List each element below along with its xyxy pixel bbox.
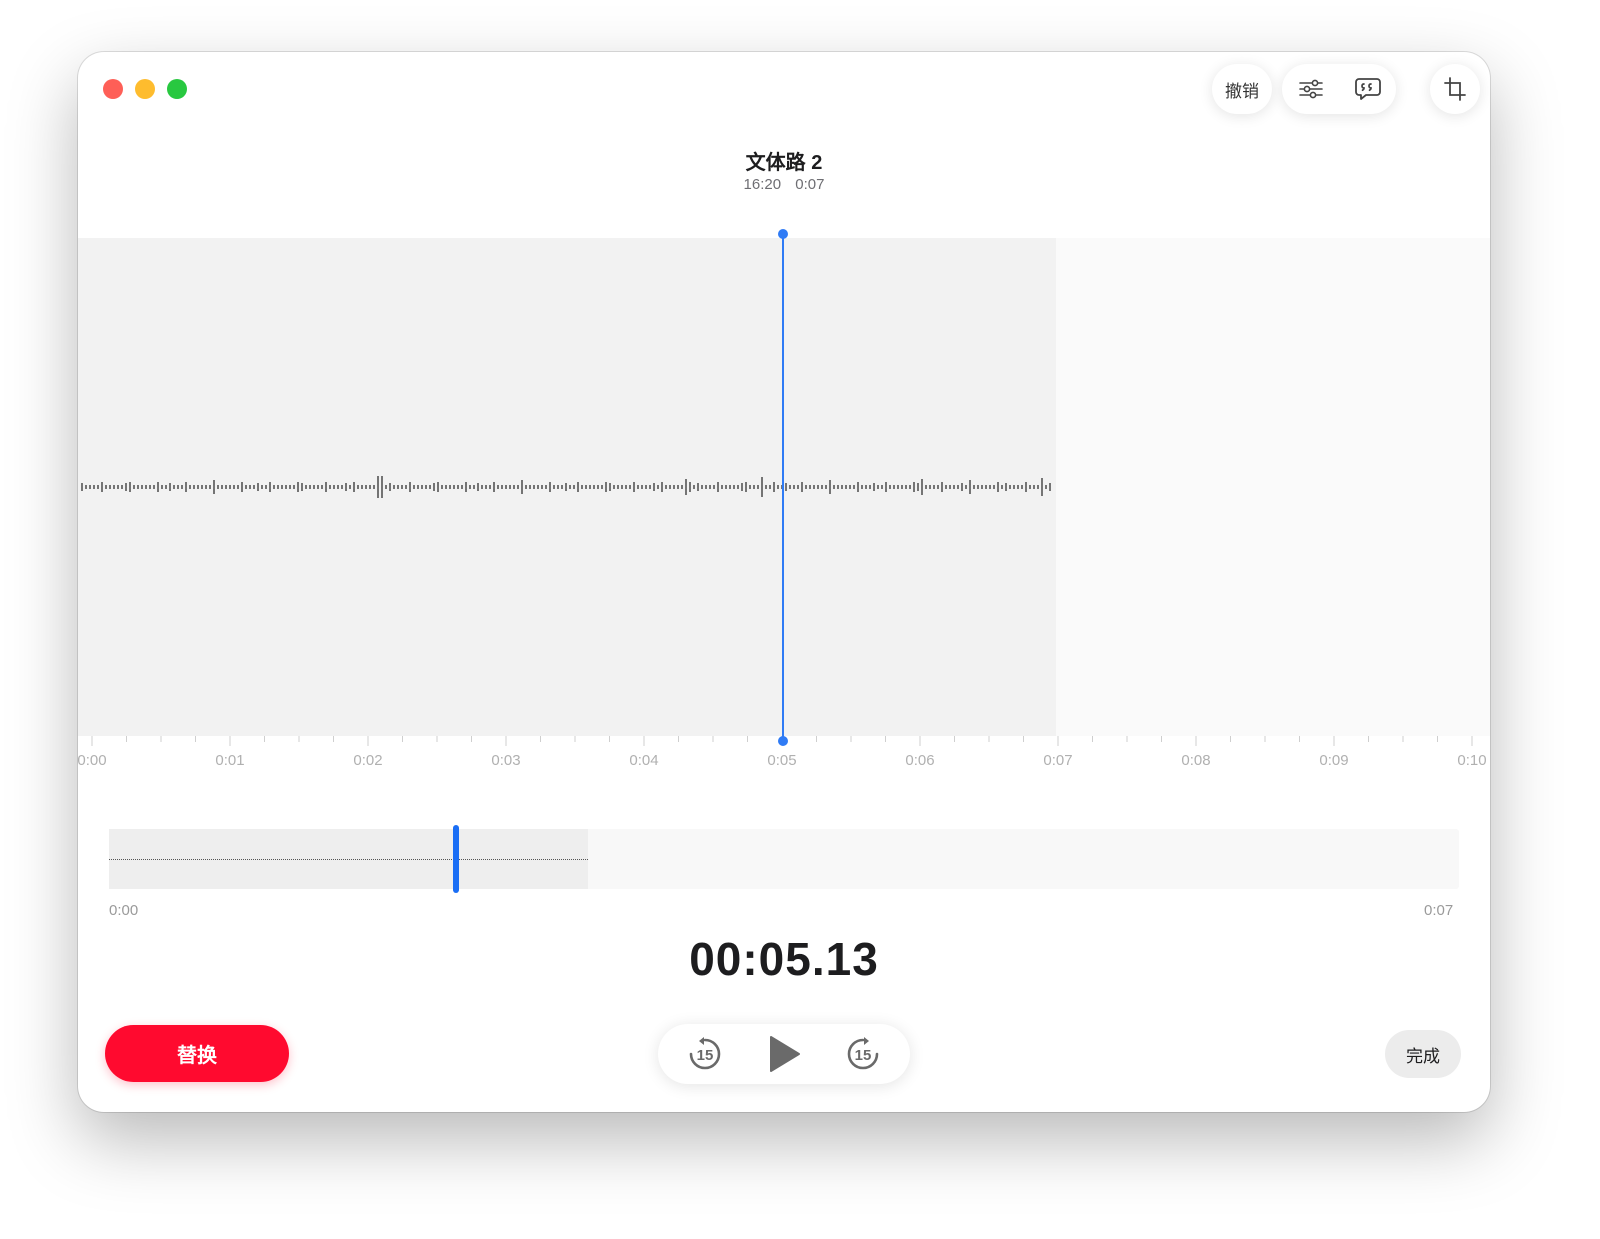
current-time-readout: 00:05.13 [689,933,879,985]
overview-end-label: 0:07 [1424,902,1454,919]
sliders-icon [1298,79,1323,99]
ruler-label: 0:09 [1319,752,1349,769]
overview-position-handle[interactable] [453,825,459,893]
playhead-bottom-handle[interactable] [778,736,788,746]
overview-waveform [109,859,588,860]
zoom-window-button[interactable] [167,79,187,99]
replace-button[interactable]: 替换 [105,1025,289,1082]
waveform [81,476,1051,498]
ruler-label: 0:10 [1457,752,1487,769]
edit-tools-group [1282,64,1396,114]
recording-time: 16:20 [743,176,782,193]
close-window-button[interactable] [103,79,123,99]
skip-back-button[interactable]: 15 [678,1024,732,1084]
ruler-label: 0:06 [905,752,935,769]
crop-icon [1444,77,1466,101]
overview-scrubber[interactable] [109,825,1459,893]
skip-forward-seconds: 15 [855,1047,872,1064]
ruler-label: 0:03 [491,752,521,769]
recording-meta: 16:20 0:07 [78,176,1490,193]
enhance-settings-button[interactable] [1282,64,1339,114]
overview-start-label: 0:00 [109,902,139,919]
ruler-label: 0:02 [353,752,383,769]
skip-forward-15-icon: 15 [847,1037,879,1070]
undo-button[interactable]: 撤销 [1212,64,1272,114]
undo-label: 撤销 [1225,81,1259,101]
skip-back-seconds: 15 [697,1047,714,1064]
skip-back-15-icon: 15 [689,1037,721,1070]
ruler-label: 0:01 [215,752,245,769]
trim-button[interactable] [1430,64,1480,114]
recording-title[interactable]: 文体路 2 [78,146,1490,175]
replace-label: 替换 [177,1045,217,1067]
play-button[interactable] [757,1024,811,1084]
playhead-top-handle[interactable] [778,229,788,239]
ruler-label: 0:07 [1043,752,1073,769]
voice-memos-window: 撤销 文体路 2 16:20 0:07 0:00 0:01 0:02 0:03 … [78,52,1490,1112]
ruler-label: 0:08 [1181,752,1211,769]
done-label: 完成 [1406,1046,1440,1066]
ruler-label: 0:05 [767,752,797,769]
ruler-label: 0:00 [78,752,107,769]
transcript-button[interactable] [1339,64,1396,114]
transcript-bubble-icon [1354,78,1381,100]
recording-duration: 0:07 [795,176,825,193]
play-icon [770,1036,800,1072]
skip-forward-button[interactable]: 15 [836,1024,890,1084]
ruler-label: 0:04 [629,752,659,769]
transport-controls: 15 15 [658,1024,910,1084]
minimize-window-button[interactable] [135,79,155,99]
done-button[interactable]: 完成 [1385,1030,1461,1078]
playhead[interactable] [782,234,784,741]
